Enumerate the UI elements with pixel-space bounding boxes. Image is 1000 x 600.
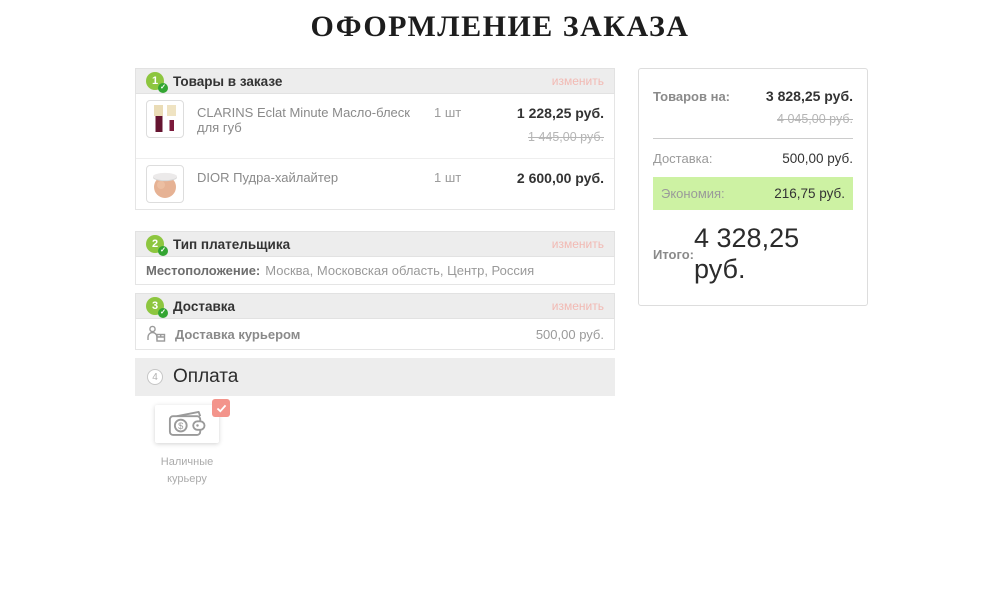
edit-products-link[interactable]: изменить [552,74,604,88]
payment-option-cash-courier[interactable]: $ Наличные курьеру [147,405,227,488]
summary-savings-value: 216,75 руб. [774,186,845,201]
delivery-price: 500,00 руб. [536,327,604,342]
delivery-method-row: Доставка курьером 500,00 руб. [135,319,615,350]
step-2-indicator: 2 ✓ [146,235,164,253]
section-payment-title: Оплата [173,366,238,388]
step-2-check-icon: ✓ [158,246,168,256]
svg-text:$: $ [178,421,184,431]
summary-total-value: 4 328,25 руб. [694,223,853,285]
product-thumbnail-powder [146,165,184,203]
summary-savings-label: Экономия: [661,186,725,201]
edit-payer-link[interactable]: изменить [552,237,604,251]
product-name: CLARINS Eclat Minute Масло-блеск для губ [197,100,434,135]
product-price: 2 600,00 руб. [482,170,604,186]
section-payment-header: 4 Оплата [135,358,615,396]
summary-total-label: Итого: [653,247,694,262]
product-old-price: 1 445,00 руб. [482,130,604,144]
section-products-title: Товары в заказе [173,74,282,89]
product-price: 1 228,25 руб. [482,105,604,121]
summary-products-old-value: 4 045,00 руб. [653,112,853,126]
step-4-number: 4 [152,372,158,383]
payment-options-area: $ Наличные курьеру Наличные курьеру [135,396,615,600]
payer-location-row: Местоположение: Москва, Московская облас… [135,257,615,285]
product-row: DIOR Пудра-хайлайтер 1 шт 2 600,00 руб. [136,158,614,209]
location-label: Местоположение: [146,263,260,278]
step-3-indicator: 3 ✓ [146,297,164,315]
courier-icon [146,325,166,343]
summary-products-row: Товаров на: 3 828,25 руб. [653,88,853,104]
checkout-page: ОФОРМЛЕНИЕ ЗАКАЗА 1 ✓ Товары в заказе из… [0,0,1000,600]
powder-image [147,166,183,202]
step-1-check-icon: ✓ [158,83,168,93]
summary-delivery-label: Доставка: [653,151,712,166]
section-payment: 4 Оплата $ [135,358,615,600]
checkout-main-column: 1 ✓ Товары в заказе изменить [135,68,615,600]
section-products: 1 ✓ Товары в заказе изменить [135,68,615,210]
section-delivery: 3 ✓ Доставка изменить Доставка курьером … [135,293,615,350]
summary-products-label: Товаров на: [653,89,730,104]
summary-savings-row: Экономия: 216,75 руб. [653,177,853,210]
product-row: CLARINS Eclat Minute Масло-блеск для губ… [136,94,614,158]
order-summary-card: Товаров на: 3 828,25 руб. 4 045,00 руб. … [638,68,868,306]
step-1-number: 1 [152,75,158,87]
wallet-icon: $ [166,410,208,438]
step-4-indicator: 4 [147,369,163,385]
section-payer-title: Тип плательщика [173,237,290,252]
product-thumbnail-lipgloss [146,100,184,138]
step-3-check-icon: ✓ [158,308,168,318]
product-quantity: 1 шт [434,100,482,120]
edit-delivery-link[interactable]: изменить [552,299,604,313]
product-prices: 1 228,25 руб. 1 445,00 руб. [482,100,604,152]
summary-products-value: 3 828,25 руб. [766,88,853,104]
payment-option-label: Наличные курьеру [155,454,219,488]
summary-total-row: Итого: 4 328,25 руб. [653,223,853,285]
payment-option-tile[interactable]: $ [155,405,219,443]
summary-divider [653,138,853,139]
product-name: DIOR Пудра-хайлайтер [197,165,434,185]
delivery-method-name: Доставка курьером [175,327,300,342]
step-2-number: 2 [152,238,158,250]
section-delivery-header: 3 ✓ Доставка изменить [135,293,615,319]
product-prices: 2 600,00 руб. [482,165,604,194]
section-products-header: 1 ✓ Товары в заказе изменить [135,68,615,94]
step-3-number: 3 [152,300,158,312]
selected-check-badge-icon [212,399,230,417]
product-quantity: 1 шт [434,165,482,185]
summary-delivery-value: 500,00 руб. [782,151,853,166]
location-value: Москва, Московская область, Центр, Росси… [265,263,534,278]
lipgloss-image [147,101,183,137]
summary-delivery-row: Доставка: 500,00 руб. [653,151,853,166]
section-payer: 2 ✓ Тип плательщика изменить Местоположе… [135,231,615,285]
section-payer-header: 2 ✓ Тип плательщика изменить [135,231,615,257]
page-title: ОФОРМЛЕНИЕ ЗАКАЗА [0,10,1000,44]
products-list: CLARINS Eclat Minute Масло-блеск для губ… [135,94,615,210]
step-1-indicator: 1 ✓ [146,72,164,90]
section-delivery-title: Доставка [173,299,235,314]
